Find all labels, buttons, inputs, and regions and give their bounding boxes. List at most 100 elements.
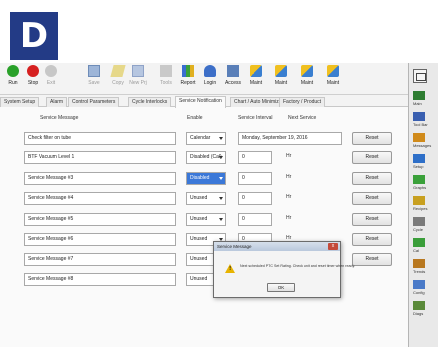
palette-item-icon (413, 238, 425, 247)
service-message-field[interactable]: Check filter on tube (24, 132, 176, 145)
toolbar-button-access[interactable]: Access (222, 65, 244, 93)
toolbar-button-label: Tools (160, 80, 172, 86)
service-message-field[interactable]: Service Message #3 (24, 172, 176, 185)
maint-icon (250, 65, 262, 77)
tab-chart-auto-minimize[interactable]: Chart / Auto Minimize (230, 97, 286, 107)
toolbar-button-login[interactable]: Login (199, 65, 221, 93)
toolbar-button-label: Maint (274, 80, 288, 86)
palette-item[interactable]: Config (413, 280, 437, 300)
next-service-field[interactable]: Monday, September 19, 2016 (238, 132, 342, 145)
table-row: BTF Vacuum Level 1 Disabled (Cal) 0 Hr Reset (0, 151, 408, 165)
palette-item-icon (413, 112, 425, 121)
toolbar-button-label: Exit (46, 80, 56, 86)
enable-dropdown[interactable]: Unused (186, 213, 226, 226)
toolbar-button-label: Access (224, 80, 242, 86)
enable-dropdown-value: Unused (190, 236, 208, 242)
service-message-field[interactable]: Service Message #6 (24, 233, 176, 246)
toolbar-button-label: Maint (300, 80, 314, 86)
interval-unit: Hr (286, 153, 292, 159)
service-interval-input[interactable]: 0 (238, 172, 272, 185)
palette-item[interactable]: Recipes (413, 196, 437, 216)
tab-system-setup[interactable]: System Setup (0, 97, 40, 107)
palette-item-icon (413, 280, 425, 289)
palette-item[interactable]: Setup (413, 154, 437, 174)
palette-item-label: Tool Bar (413, 122, 428, 127)
chevron-down-icon (219, 197, 223, 200)
maint-icon (327, 65, 339, 77)
palette-item[interactable]: Tool Bar (413, 112, 437, 132)
palette-item[interactable]: Main (413, 91, 437, 111)
save-icon (88, 65, 100, 77)
service-message-field[interactable]: Service Message #5 (24, 213, 176, 226)
palette-item-label: Cal (413, 248, 420, 253)
palette-item[interactable]: Trends (413, 259, 437, 279)
toolbar-button-maint[interactable]: Maint (245, 65, 267, 93)
palette-item[interactable]: Cal (413, 238, 437, 258)
toolbar-button-maint[interactable]: Maint (296, 65, 318, 93)
main-toolbar: Run Stop Exit Save Copy New Prj Tools Report Log… (0, 63, 408, 95)
enable-dropdown[interactable]: Disabled (Cal) (186, 151, 226, 164)
tab-control-parameters[interactable]: Control Parameters (68, 97, 120, 107)
enable-dropdown-value: Unused (190, 256, 208, 262)
palette-item-icon (413, 301, 425, 310)
service-interval-input[interactable]: 0 (238, 192, 272, 205)
toolbar-button-save[interactable]: Save (83, 65, 105, 93)
reset-button[interactable]: Reset (352, 151, 392, 164)
palette-item-icon (413, 175, 425, 184)
toolbar-button-label: Run (8, 80, 18, 86)
reset-button[interactable]: Reset (352, 132, 392, 145)
palette-item[interactable]: Messages (413, 133, 437, 153)
copy-icon (110, 65, 126, 77)
palette-item-icon (413, 154, 425, 163)
service-message-field[interactable]: Service Message #7 (24, 253, 176, 266)
interval-unit: Hr (286, 194, 292, 200)
palette-item[interactable]: Cycle (413, 217, 437, 237)
chevron-down-icon (219, 177, 223, 180)
enable-dropdown-value: Disabled (Cal) (190, 154, 222, 160)
toolbar-button-report[interactable]: Report (177, 65, 199, 93)
toolbar-button-copy[interactable]: Copy (107, 65, 129, 93)
palette-item[interactable]: Graphs (413, 175, 437, 195)
chevron-down-icon (219, 137, 223, 140)
maint-icon (275, 65, 287, 77)
enable-dropdown-value: Unused (190, 216, 208, 222)
toolbar-button-label: Save (88, 80, 100, 86)
reset-button[interactable]: Reset (352, 172, 392, 185)
toolbar-button-run[interactable]: Run (2, 65, 24, 93)
enable-dropdown[interactable]: Unused (186, 192, 226, 205)
tab-factory-product[interactable]: Factory / Product (279, 97, 326, 107)
reset-button[interactable]: Reset (352, 253, 392, 266)
reset-button[interactable]: Reset (352, 213, 392, 226)
service-message-field[interactable]: Service Message #8 (24, 273, 176, 286)
palette-item-label: Trends (413, 269, 426, 274)
dialog-close-button[interactable]: x (328, 243, 338, 250)
toolbar-button-exit[interactable]: Exit (40, 65, 62, 93)
service-interval-input[interactable]: 0 (238, 151, 272, 164)
enable-dropdown[interactable]: Calendar (186, 132, 226, 145)
toolbar-button-label: Copy (112, 80, 124, 86)
tab-cycle-interlocks[interactable]: Cycle Interlocks (128, 97, 172, 107)
table-row: Check filter on tube Calendar Monday, Sept… (0, 132, 408, 146)
palette-item[interactable]: Diags (413, 301, 437, 321)
tab-alarm[interactable]: Alarm (46, 97, 68, 107)
dialog-ok-button[interactable]: OK (267, 283, 295, 292)
reset-button[interactable]: Reset (352, 233, 392, 246)
reset-button[interactable]: Reset (352, 192, 392, 205)
enable-dropdown-value: Disabled (190, 175, 210, 181)
tab-service-notification[interactable]: Service Notification (175, 96, 226, 108)
service-message-field[interactable]: BTF Vacuum Level 1 (24, 151, 176, 164)
window-icon[interactable] (413, 69, 427, 83)
toolbar-button-maint[interactable]: Maint (322, 65, 344, 93)
toolbar-button-maint[interactable]: Maint (270, 65, 292, 93)
service-message-dialog: Service Message x Next scheduled PTC Set… (213, 241, 355, 298)
tab-strip: System Setup Alarm Control Parameters Cycle… (0, 95, 408, 108)
toolbar-button-tools[interactable]: Tools (155, 65, 177, 93)
toolbar-button-new-project[interactable]: New Prj (127, 65, 149, 93)
service-interval-input[interactable]: 0 (238, 213, 272, 226)
section-badge: D (10, 12, 58, 60)
table-row: Service Message #5 Unused 0 Hr Reset (0, 213, 408, 227)
enable-dropdown[interactable]: Disabled (186, 172, 226, 185)
service-message-field[interactable]: Service Message #4 (24, 192, 176, 205)
enable-dropdown-value: Calendar (190, 135, 211, 141)
login-icon (204, 65, 216, 77)
